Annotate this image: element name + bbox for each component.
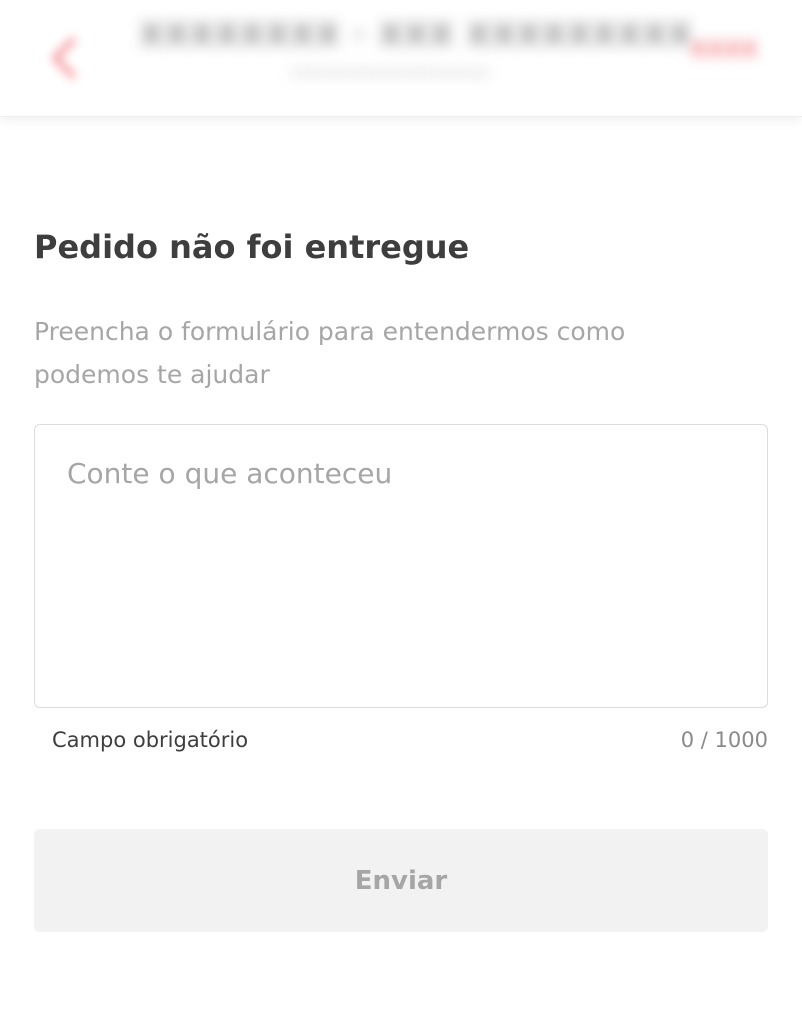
header-title-block: XXXXXXXX · XXX XXXXXXXXX xxxxxxxxxxxxxxx… bbox=[140, 18, 694, 81]
header-title: XXXXXXXX · XXX XXXXXXXXX bbox=[140, 18, 694, 53]
page-subtitle: Preencha o formulário para entendermos c… bbox=[34, 317, 626, 389]
description-textarea[interactable] bbox=[34, 424, 768, 708]
back-arrow-icon bbox=[52, 37, 76, 79]
submit-button[interactable]: Enviar bbox=[34, 829, 768, 932]
back-button[interactable] bbox=[38, 28, 90, 88]
app-header: XXXXXXXX · XXX XXXXXXXXX xxxxxxxxxxxxxxx… bbox=[0, 0, 802, 117]
character-counter: 0 / 1000 bbox=[680, 728, 768, 752]
header-action-button[interactable]: XXXX bbox=[690, 38, 758, 63]
required-field-hint: Campo obrigatório bbox=[52, 728, 249, 752]
page-title: Pedido não foi entregue bbox=[34, 228, 470, 266]
header-subtitle: xxxxxxxxxxxxxxxxxxxxxxxx bbox=[290, 65, 490, 81]
